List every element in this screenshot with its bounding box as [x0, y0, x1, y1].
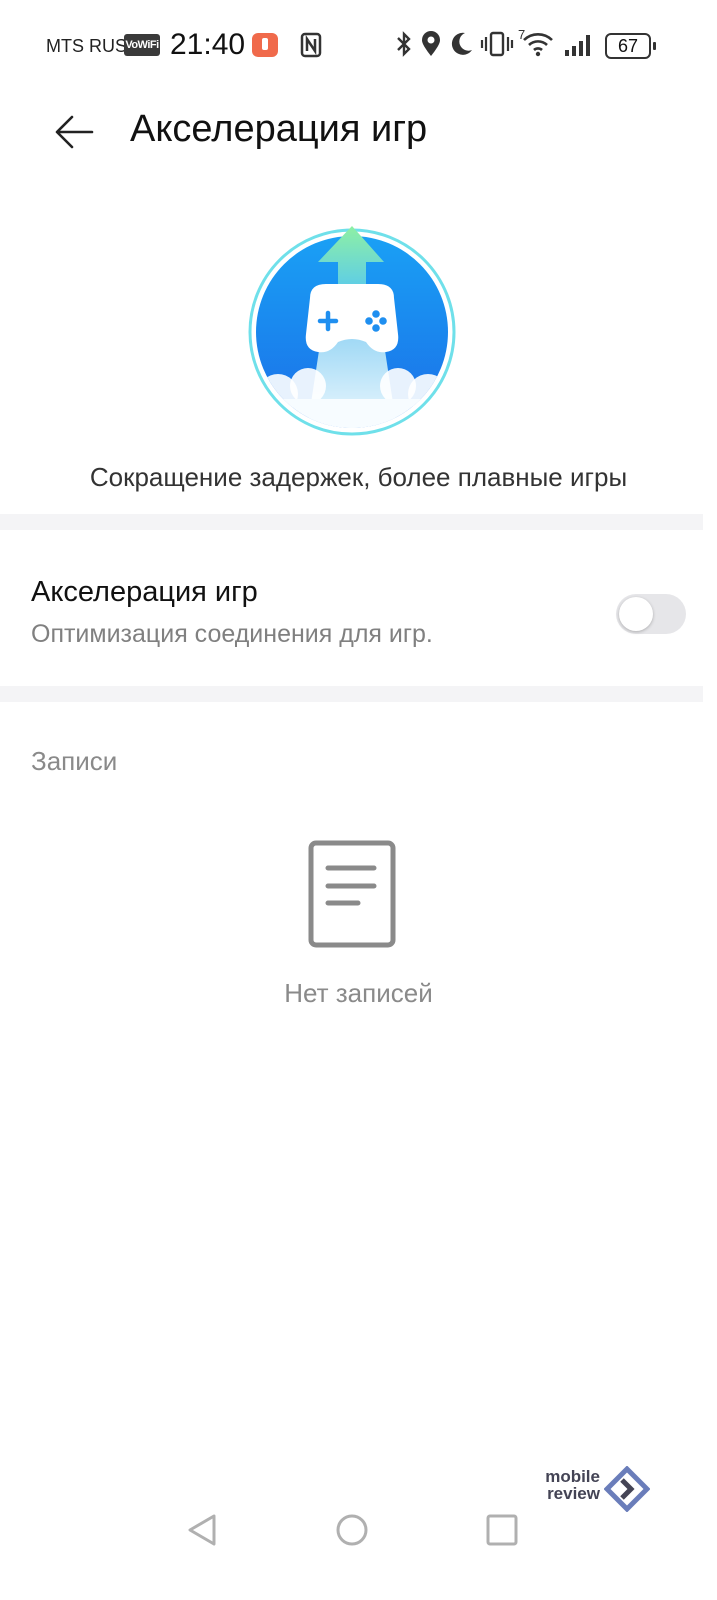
carrier-label: MTS RUS: [46, 36, 127, 56]
location-icon: [422, 31, 440, 56]
battery-icon: 67: [605, 33, 656, 59]
watermark-line1: mobile: [545, 1467, 600, 1486]
bluetooth-icon: [397, 31, 411, 57]
empty-state-text: Нет записей: [284, 978, 433, 1008]
app-header: Акселерация игр: [0, 92, 717, 172]
recents-square-icon[interactable]: [484, 1512, 520, 1548]
game-acceleration-setting[interactable]: Акселерация игр Оптимизация соединения д…: [0, 534, 703, 698]
vowifi-badge: VoWiFi: [124, 34, 160, 56]
toggle-knob: [619, 597, 653, 631]
hero-caption: Сокращение задержек, более плавные игры: [89, 462, 628, 492]
moon-icon: [451, 32, 472, 55]
alert-icon: [252, 33, 278, 57]
records-section-label: Записи: [31, 746, 118, 776]
gamepad-acceleration-icon: [248, 226, 456, 436]
setting-title: Акселерация игр: [31, 576, 258, 608]
document-icon: [308, 840, 396, 948]
game-acceleration-toggle[interactable]: [616, 594, 686, 634]
status-bar: MTS RUS VoWiFi 21:40 7 67: [0, 0, 717, 92]
signal-icon: [565, 35, 590, 56]
section-divider: [0, 686, 703, 702]
wifi-icon: [523, 33, 553, 57]
screen: MTS RUS VoWiFi 21:40 7 67 Акселерация иг…: [0, 0, 717, 1600]
system-nav-bar: [0, 1500, 717, 1600]
home-circle-icon[interactable]: [334, 1512, 370, 1548]
setting-subtitle: Оптимизация соединения для игр.: [31, 620, 433, 648]
back-triangle-icon[interactable]: [184, 1512, 220, 1548]
nfc-icon: [300, 32, 322, 58]
section-divider: [0, 514, 703, 530]
arrow-left-icon[interactable]: [52, 110, 96, 154]
vibrate-icon: [480, 31, 514, 57]
clock: 21:40: [170, 28, 246, 61]
page-title: Акселерация игр: [130, 108, 428, 150]
